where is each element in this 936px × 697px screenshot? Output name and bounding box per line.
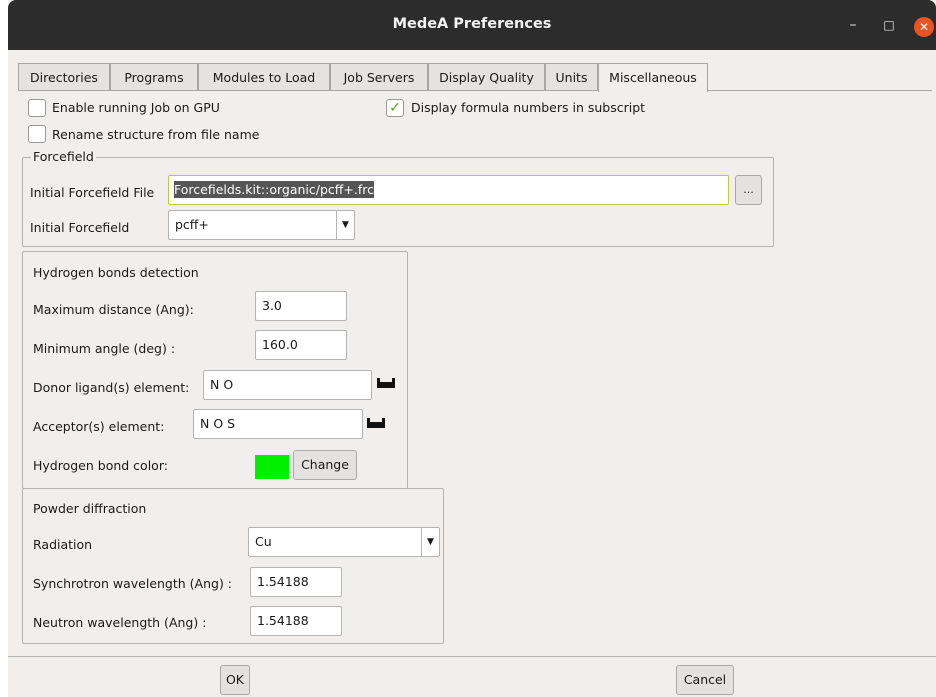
minimize-button[interactable]: – xyxy=(844,16,862,34)
tab-display-quality[interactable]: Display Quality xyxy=(428,63,545,91)
donor-input[interactable]: N O xyxy=(203,370,372,400)
forcefield-select[interactable]: pcff+ ▼ xyxy=(168,210,355,240)
forcefield-group: Forcefield Initial Forcefield File Force… xyxy=(22,149,774,247)
tab-modules-to-load[interactable]: Modules to Load xyxy=(198,63,330,91)
powder-title: Powder diffraction xyxy=(33,501,147,516)
dropdown-arrow-icon[interactable]: ▼ xyxy=(336,211,354,239)
subscript-label: Display formula numbers in subscript xyxy=(411,100,646,115)
window-title: MedeA Preferences xyxy=(392,16,552,32)
periodic-table-icon[interactable] xyxy=(377,378,395,388)
maximize-button[interactable]: □ xyxy=(880,16,898,34)
tab-programs[interactable]: Programs xyxy=(110,63,198,91)
acceptor-input[interactable]: N O S xyxy=(193,409,363,439)
neutron-input[interactable]: 1.54188 xyxy=(250,606,342,636)
forcefield-select-value: pcff+ xyxy=(175,217,209,232)
periodic-table-icon[interactable] xyxy=(367,418,385,428)
forcefield-file-input[interactable]: Forcefields.kit::organic/pcff+.frc xyxy=(168,175,729,205)
title-bar[interactable]: MedeA Preferences – □ ✕ xyxy=(8,0,936,50)
close-button[interactable]: ✕ xyxy=(914,17,934,37)
ok-button[interactable]: OK xyxy=(220,665,250,695)
tab-job-servers[interactable]: Job Servers xyxy=(330,63,428,91)
hydrogen-bonds-group: Hydrogen bonds detection Maximum distanc… xyxy=(22,251,408,489)
preferences-window: MedeA Preferences – □ ✕ Directories Prog… xyxy=(8,0,936,697)
subscript-checkbox[interactable]: ✓ xyxy=(386,99,404,117)
max-distance-input[interactable]: 3.0 xyxy=(255,291,347,321)
acceptor-label: Acceptor(s) element: xyxy=(33,419,165,434)
hbond-color-swatch xyxy=(255,455,289,479)
forcefield-file-value: Forcefields.kit::organic/pcff+.frc xyxy=(174,181,374,198)
hbond-title: Hydrogen bonds detection xyxy=(33,265,199,280)
hbond-color-label: Hydrogen bond color: xyxy=(33,458,168,473)
min-angle-label: Minimum angle (deg) : xyxy=(33,341,176,356)
gpu-checkbox[interactable] xyxy=(28,99,46,117)
change-color-button[interactable]: Change xyxy=(293,450,357,480)
cancel-button[interactable]: Cancel xyxy=(676,665,734,695)
neutron-label: Neutron wavelength (Ang) : xyxy=(33,615,207,630)
tab-miscellaneous[interactable]: Miscellaneous xyxy=(598,63,708,92)
donor-label: Donor ligand(s) element: xyxy=(33,380,190,395)
forcefield-legend: Forcefield xyxy=(31,149,96,164)
radiation-select[interactable]: Cu ▼ xyxy=(248,527,440,557)
radiation-label: Radiation xyxy=(33,537,93,552)
browse-button[interactable]: ... xyxy=(735,175,762,205)
check-icon: ✓ xyxy=(389,100,401,116)
synchrotron-label: Synchrotron wavelength (Ang) : xyxy=(33,576,233,591)
powder-diffraction-group: Powder diffraction Radiation Cu ▼ Synchr… xyxy=(22,488,444,644)
tab-directories[interactable]: Directories xyxy=(18,63,110,91)
miscellaneous-panel: Enable running Job on GPU ✓ Display form… xyxy=(18,90,932,650)
tab-units[interactable]: Units xyxy=(545,63,598,91)
min-angle-input[interactable]: 160.0 xyxy=(255,330,347,360)
dropdown-arrow-icon[interactable]: ▼ xyxy=(421,528,439,556)
rename-label: Rename structure from file name xyxy=(52,127,260,142)
rename-checkbox[interactable] xyxy=(28,125,46,143)
radiation-select-value: Cu xyxy=(255,534,272,549)
max-distance-label: Maximum distance (Ang): xyxy=(33,302,194,317)
forcefield-label: Initial Forcefield xyxy=(30,220,130,235)
gpu-label: Enable running Job on GPU xyxy=(52,100,220,115)
forcefield-file-label: Initial Forcefield File xyxy=(30,185,155,200)
synchrotron-input[interactable]: 1.54188 xyxy=(250,567,342,597)
dialog-button-bar: OK Cancel xyxy=(8,656,936,697)
